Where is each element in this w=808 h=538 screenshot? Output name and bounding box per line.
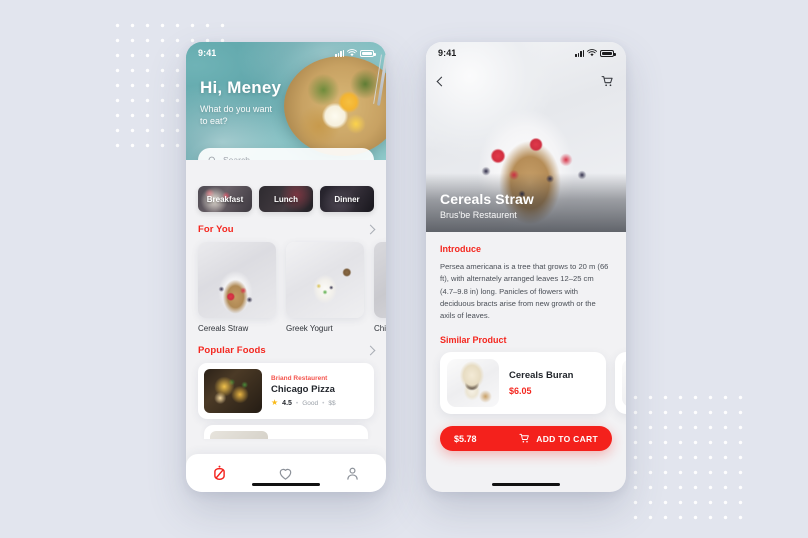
similar-product-thumbnail xyxy=(622,359,626,408)
greeting-title: Hi, Meney xyxy=(200,78,282,97)
for-you-item[interactable]: Cereals Straw xyxy=(198,242,276,333)
category-chip-lunch[interactable]: Lunch xyxy=(259,186,313,212)
category-label: Breakfast xyxy=(206,194,244,204)
bottom-tab-bar xyxy=(186,454,386,492)
category-chip-breakfast[interactable]: Breakfast xyxy=(198,186,252,212)
similar-product-info: Cereals Buran $6.05 xyxy=(509,370,573,396)
food-name: Chicago Pizza xyxy=(271,384,335,395)
detail-nav-bar xyxy=(426,70,626,92)
food-thumbnail xyxy=(198,242,276,318)
search-input[interactable]: Search xyxy=(198,148,374,160)
shopping-cart-icon xyxy=(519,434,530,443)
introduce-section: Introduce Persea americana is a tree tha… xyxy=(426,232,626,322)
hero-text-block: Hi, Meney What do you want to eat? xyxy=(200,78,281,127)
quality-label: Good xyxy=(302,399,319,407)
wifi-icon xyxy=(347,49,357,57)
search-icon xyxy=(208,156,215,160)
phone-home-screen: 9:41 Hi, Meney What do you want to eat? … xyxy=(186,42,386,492)
product-title: Cereals Straw xyxy=(440,191,534,207)
dot-pattern-bottom-right xyxy=(628,390,748,525)
category-chip-row: Breakfast Lunch Dinner xyxy=(186,160,386,212)
popular-food-info: Briand Restaurent Chicago Pizza ★ 4.5 • … xyxy=(271,375,336,407)
add-to-cart-bar: $5.78 ADD TO CART xyxy=(426,414,626,452)
for-you-carousel[interactable]: Cereals Straw Greek Yogurt Chia See xyxy=(186,242,386,333)
for-you-item[interactable]: Chia See xyxy=(374,242,386,333)
home-indicator xyxy=(492,483,560,486)
introduce-heading: Introduce xyxy=(440,244,482,254)
similar-product-carousel[interactable]: Cereals Buran $6.05 xyxy=(426,352,626,415)
product-hero-image: 9:41 Cereals Straw Brus'be Restaurent xyxy=(426,42,626,232)
shopping-cart-icon[interactable] xyxy=(601,75,614,88)
for-you-item[interactable]: Greek Yogurt xyxy=(286,242,364,333)
star-icon: ★ xyxy=(271,398,279,407)
heart-icon[interactable] xyxy=(277,465,294,482)
product-restaurant: Brus'be Restaurent xyxy=(440,210,517,220)
similar-product-name: Cereals Buran xyxy=(509,370,574,382)
similar-product-price: $6.05 xyxy=(509,386,532,397)
cart-cta-group: ADD TO CART xyxy=(519,433,598,444)
home-leaf-icon[interactable] xyxy=(211,465,228,482)
food-thumbnail xyxy=(286,242,364,318)
signal-bars-icon xyxy=(335,49,344,57)
section-title: For You xyxy=(198,224,234,235)
similar-product-card-next[interactable] xyxy=(615,352,626,415)
food-thumbnail xyxy=(374,242,386,318)
section-header-for-you: For You xyxy=(186,212,386,242)
category-chip-dinner[interactable]: Dinner xyxy=(320,186,374,212)
home-indicator xyxy=(252,483,320,486)
similar-product-thumbnail xyxy=(447,359,499,408)
noodle-bowl-photo xyxy=(284,56,386,156)
cart-price: $5.78 xyxy=(454,433,477,444)
pizza-thumbnail xyxy=(204,369,262,413)
similar-product-card[interactable]: Cereals Buran $6.05 xyxy=(440,352,606,415)
restaurant-name: Briand Restaurent xyxy=(271,375,328,382)
status-bar-home: 9:41 xyxy=(186,42,386,64)
price-level: $$ xyxy=(328,399,336,407)
food-name: Greek Yogurt xyxy=(286,324,333,333)
section-header-popular-foods: Popular Foods xyxy=(186,333,386,363)
cart-cta-label: ADD TO CART xyxy=(536,433,598,444)
status-bar-icons xyxy=(335,49,376,57)
status-bar-time: 9:41 xyxy=(438,48,457,58)
status-bar-icons xyxy=(575,49,616,57)
status-bar-detail: 9:41 xyxy=(426,42,626,64)
phone-detail-screen: 9:41 Cereals Straw Brus'be Restaurent In… xyxy=(426,42,626,492)
popular-food-card[interactable]: Briand Restaurent Chicago Pizza ★ 4.5 • … xyxy=(198,363,374,419)
introduce-body: Persea americana is a tree that grows to… xyxy=(440,262,609,321)
chevron-right-icon[interactable] xyxy=(365,345,376,356)
search-placeholder: Search xyxy=(223,155,250,160)
food-name: Chia See xyxy=(374,324,386,333)
popular-food-card-next[interactable] xyxy=(204,425,368,439)
rating-value: 4.5 xyxy=(282,399,292,407)
add-to-cart-button[interactable]: $5.78 ADD TO CART xyxy=(440,426,612,452)
food-name: Cereals Straw xyxy=(198,324,249,333)
chevron-right-icon[interactable] xyxy=(365,224,376,235)
person-icon[interactable] xyxy=(344,465,361,482)
rating-row: ★ 4.5 • Good • $$ xyxy=(271,399,336,407)
status-bar-time: 9:41 xyxy=(198,48,217,58)
wifi-icon xyxy=(587,49,597,57)
similar-product-heading: Similar Product xyxy=(440,335,507,346)
greeting-subtitle: What do you want to eat? xyxy=(200,104,273,127)
category-label: Dinner xyxy=(334,194,360,204)
meta-separator: • xyxy=(295,399,299,407)
popular-foods-list: Briand Restaurent Chicago Pizza ★ 4.5 • … xyxy=(186,363,386,439)
battery-icon xyxy=(600,49,616,57)
category-label: Lunch xyxy=(274,194,298,204)
chevron-left-icon[interactable] xyxy=(436,76,447,86)
section-title: Popular Foods xyxy=(198,345,266,356)
meta-separator: • xyxy=(322,399,325,407)
signal-bars-icon xyxy=(575,49,584,57)
battery-icon xyxy=(360,49,376,57)
product-title-block: Cereals Straw Brus'be Restaurent xyxy=(426,173,626,232)
